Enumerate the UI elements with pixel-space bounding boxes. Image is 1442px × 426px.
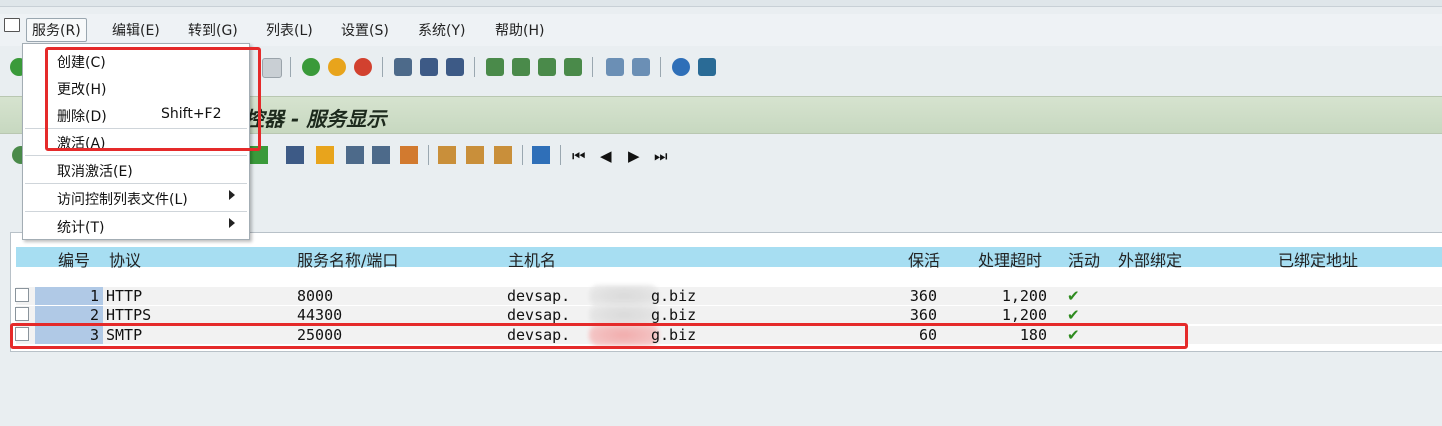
menu-item-acl-files[interactable]: 访问控制列表文件(L) (23, 186, 249, 210)
menu-service[interactable]: 服务(R) (26, 18, 87, 42)
header-host: 主机名 (508, 251, 557, 270)
menu-goto[interactable]: 转到(G) (188, 20, 238, 40)
row-number: 2 (35, 306, 103, 324)
row-timeout: 1,200 (1001, 287, 1047, 305)
variant-icon[interactable] (494, 146, 512, 164)
row-timeout: 1,200 (1001, 306, 1047, 324)
menu-bar: 服务(R) 编辑(E) 转到(G) 列表(L) 设置(S) 系统(Y) 帮助(H… (0, 14, 1442, 46)
layout-icon[interactable] (698, 58, 716, 76)
row-keepalive: 360 (909, 287, 937, 305)
help-icon[interactable] (672, 58, 690, 76)
new-session-icon[interactable] (606, 58, 624, 76)
row-checkbox[interactable] (15, 307, 29, 321)
row-highlight-box (10, 323, 1188, 349)
row-protocol: HTTPS (106, 306, 152, 324)
find-next-icon[interactable] (446, 58, 464, 76)
active-check-icon: ✔ (1067, 306, 1080, 324)
cancel-icon[interactable] (354, 58, 372, 76)
column-icon[interactable] (466, 146, 484, 164)
table-row[interactable]: 1 HTTP 8000 devsap. g.biz 360 1,200 ✔ (11, 285, 1442, 307)
first-entry-icon[interactable]: ⏮ (572, 147, 586, 165)
menu-system[interactable]: 系统(Y) (418, 20, 465, 40)
window-menu-icon[interactable] (4, 18, 20, 32)
find-icon[interactable] (420, 58, 438, 76)
exit-icon[interactable] (328, 58, 346, 76)
next-entry-icon[interactable]: ▶ (628, 147, 640, 165)
first-page-icon[interactable] (486, 58, 504, 76)
back-icon[interactable] (302, 58, 320, 76)
row-host-suffix: g.biz (651, 287, 697, 305)
spreadsheet-icon[interactable] (286, 146, 304, 164)
menu-highlight-box (45, 47, 261, 151)
grid-icon[interactable] (438, 146, 456, 164)
save-icon[interactable] (262, 58, 282, 78)
sum-icon[interactable] (400, 146, 418, 164)
next-page-icon[interactable] (538, 58, 556, 76)
submenu-arrow-icon (229, 190, 235, 200)
previous-entry-icon[interactable]: ◀ (600, 147, 612, 165)
print-icon[interactable] (394, 58, 412, 76)
menu-settings[interactable]: 设置(S) (341, 20, 389, 40)
row-host: devsap. (507, 306, 571, 324)
filter-icon[interactable] (372, 146, 390, 164)
row-protocol: HTTP (106, 287, 143, 305)
row-host-suffix: g.biz (651, 306, 697, 324)
row-port: 44300 (297, 306, 343, 324)
menu-list[interactable]: 列表(L) (266, 20, 313, 40)
top-strip (0, 0, 1442, 7)
last-entry-icon[interactable]: ⏭ (654, 147, 668, 165)
sort-icon[interactable] (316, 146, 334, 164)
row-checkbox[interactable] (15, 288, 29, 302)
header-external-bind: 外部绑定 (1118, 251, 1183, 270)
info-icon[interactable] (532, 146, 550, 164)
shortcut-icon[interactable] (632, 58, 650, 76)
menu-edit[interactable]: 编辑(E) (112, 20, 160, 40)
print-list-icon[interactable] (346, 146, 364, 164)
header-active: 活动 (1068, 251, 1101, 270)
previous-page-icon[interactable] (512, 58, 530, 76)
header-timeout: 处理超时 (978, 251, 1043, 270)
header-bound-address: 已绑定地址 (1278, 251, 1359, 270)
menu-help[interactable]: 帮助(H) (495, 20, 544, 40)
row-host: devsap. (507, 287, 571, 305)
header-keepalive: 保活 (908, 251, 941, 270)
header-number: 编号 (58, 251, 91, 270)
submenu-arrow-icon (229, 218, 235, 228)
active-check-icon: ✔ (1067, 287, 1080, 305)
row-keepalive: 360 (909, 306, 937, 324)
menu-item-statistics[interactable]: 统计(T) (23, 214, 249, 238)
row-number: 1 (35, 287, 103, 305)
row-port: 8000 (297, 287, 334, 305)
menu-item-deactivate[interactable]: 取消激活(E) (23, 158, 249, 182)
header-protocol: 协议 (109, 251, 142, 270)
table-header: 编号 协议 服务名称/端口 主机名 保活 处理超时 活动 外部绑定 已绑定地址 (16, 247, 1442, 270)
header-port: 服务名称/端口 (297, 251, 399, 270)
screen-title: 控器 - 服务显示 (244, 107, 387, 131)
last-page-icon[interactable] (564, 58, 582, 76)
